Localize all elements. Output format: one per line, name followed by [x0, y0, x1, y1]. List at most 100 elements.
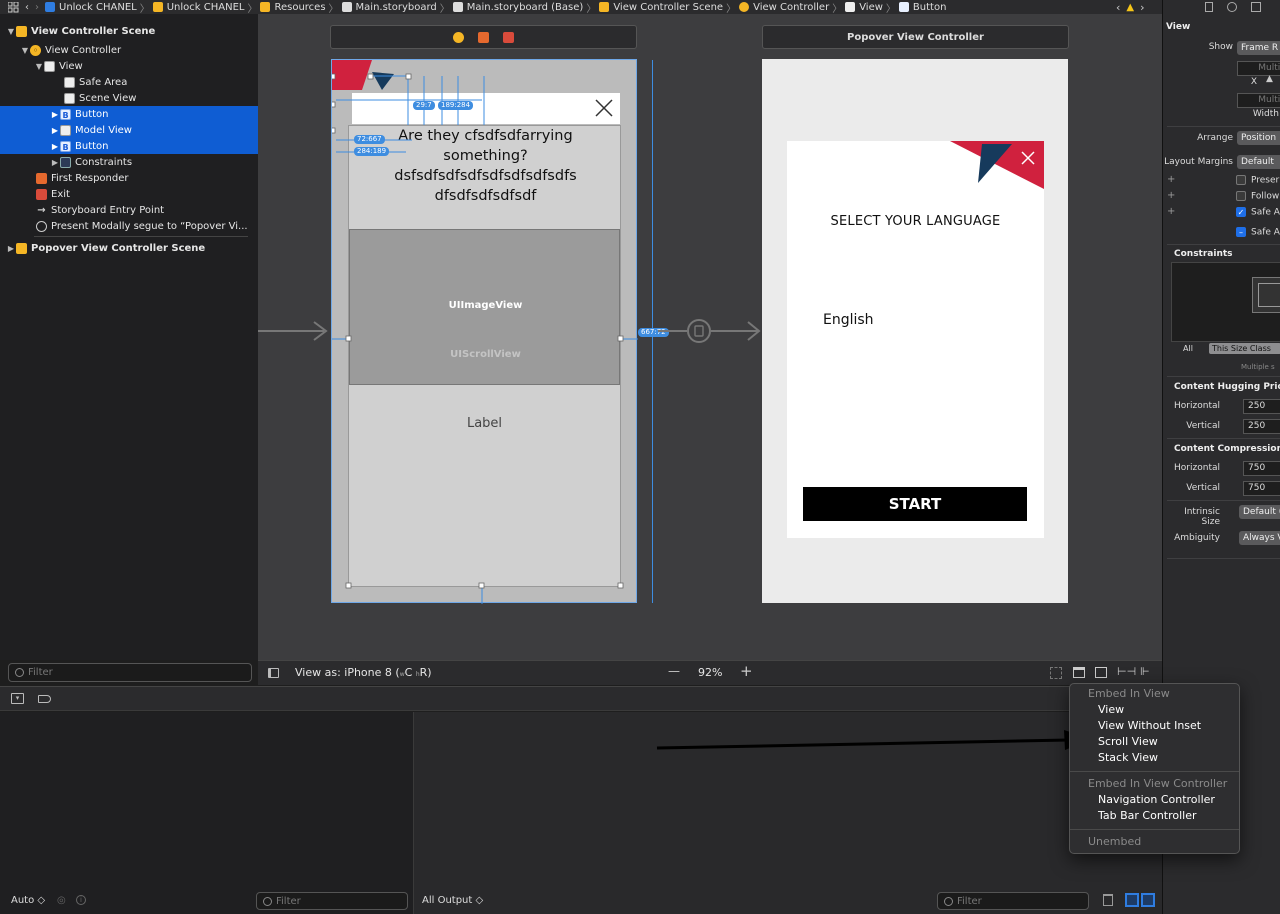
outline-filter-input[interactable]: Filter — [8, 663, 252, 682]
show-popup[interactable]: Frame R — [1237, 41, 1280, 55]
split-view-right-icon[interactable] — [1141, 893, 1155, 907]
intrinsic-size-popup[interactable]: Default ( — [1239, 505, 1280, 519]
layout-margins-popup[interactable]: Default — [1237, 155, 1280, 169]
disclosure-closed-icon[interactable]: ▶ — [50, 126, 60, 135]
breadcrumb-resources[interactable]: Resources — [257, 2, 328, 13]
menu-item-view-without-inset[interactable]: View Without Inset — [1098, 719, 1201, 732]
view-controller-screen[interactable]: Are they cfsdfsdfarrying something? dsfs… — [331, 59, 638, 604]
outline-item-view-controller-scene[interactable]: ▼ View Controller Scene — [0, 23, 258, 39]
chevron-right-icon[interactable]: › — [1140, 1, 1144, 14]
breadcrumb-project[interactable]: Unlock CHANEL — [42, 2, 140, 13]
exit-icon[interactable] — [503, 31, 514, 43]
split-view-left-icon[interactable] — [1125, 893, 1139, 907]
safe-area-layout-guide-checkbox[interactable]: – Safe A — [1236, 227, 1280, 238]
outline-item-segue[interactable]: Present Modally segue to “Popover Vi... — [0, 218, 258, 234]
start-button[interactable]: START — [803, 487, 1027, 521]
disclosure-open-icon[interactable]: ▼ — [6, 27, 16, 36]
info-icon[interactable]: i — [76, 895, 86, 905]
outline-item-view-controller[interactable]: ▼ ◦ View Controller — [0, 42, 258, 58]
constraint-badge[interactable]: 189:284 — [438, 101, 474, 110]
menu-item-navigation-controller[interactable]: Navigation Controller — [1098, 793, 1215, 806]
hide-debug-area-icon[interactable]: ▾ — [11, 693, 24, 704]
add-icon[interactable]: + — [1167, 206, 1175, 217]
outline-item-popover-scene[interactable]: ▶ Popover View Controller Scene — [0, 240, 258, 256]
first-responder-icon[interactable] — [478, 31, 489, 43]
outline-item-constraints[interactable]: ▶ Constraints — [0, 154, 258, 170]
add-icon[interactable]: + — [1167, 190, 1175, 201]
zoom-out-button[interactable]: — — [668, 664, 680, 678]
breadcrumb-button[interactable]: Button — [896, 2, 950, 13]
console-filter-input[interactable]: Filter — [937, 892, 1089, 910]
popover-view-controller-screen[interactable]: SELECT YOUR LANGUAGE English START — [762, 59, 1068, 603]
x-field[interactable]: Multip — [1237, 61, 1280, 76]
outline-item-entry-point[interactable]: → Storyboard Entry Point — [0, 202, 258, 218]
outline-item-safe-area[interactable]: Safe Area — [0, 74, 258, 90]
forward-arrow-icon[interactable]: › — [32, 2, 42, 13]
update-frames-icon[interactable] — [1050, 667, 1062, 679]
align-icon[interactable]: ⊢⊣ — [1117, 665, 1136, 678]
outline-item-model-view[interactable]: ▶ Model View — [0, 122, 258, 138]
breadcrumb-storyboard-base[interactable]: Main.storyboard (Base) — [450, 2, 587, 13]
close-icon[interactable] — [1020, 150, 1036, 166]
constraint-badge[interactable]: 72:667 — [354, 135, 385, 144]
zoom-in-button[interactable]: + — [740, 662, 753, 680]
grid-icon[interactable] — [0, 1, 22, 13]
compression-horizontal-field[interactable]: 750 — [1243, 461, 1280, 476]
eye-icon[interactable]: ◎ — [57, 895, 66, 906]
stack-icon[interactable] — [1095, 667, 1107, 678]
view-as-device-button[interactable]: View as: iPhone 8 (wC hR) — [295, 666, 432, 679]
width-field[interactable]: Multip — [1237, 93, 1280, 108]
back-arrow-icon[interactable]: ‹ — [22, 2, 32, 13]
segue-arrow[interactable] — [658, 319, 762, 343]
entry-point-arrow[interactable] — [258, 321, 328, 341]
add-icon[interactable]: + — [1167, 174, 1175, 185]
add-constraints-icon[interactable]: ⊩ — [1140, 665, 1150, 678]
segment-all[interactable]: All — [1183, 344, 1193, 353]
menu-item-view[interactable]: View — [1098, 703, 1124, 716]
trash-icon[interactable] — [1103, 894, 1113, 906]
variables-filter-input[interactable]: Filter — [256, 892, 408, 910]
disclosure-open-icon[interactable]: ▼ — [34, 62, 44, 71]
arrange-popup[interactable]: Position — [1237, 131, 1280, 145]
disclosure-closed-icon[interactable]: ▶ — [50, 110, 60, 119]
disclosure-open-icon[interactable]: ▼ — [20, 46, 30, 55]
ambiguity-popup[interactable]: Always V — [1239, 531, 1280, 545]
storyboard-canvas[interactable]: Popover View Controller Are they cfsdfsd… — [258, 14, 1162, 660]
disclosure-closed-icon[interactable]: ▶ — [6, 244, 16, 253]
constraint-badge[interactable]: 284:189 — [354, 147, 390, 156]
disclosure-closed-icon[interactable]: ▶ — [50, 142, 60, 151]
output-scope-popup[interactable]: All Output ◇ — [422, 895, 483, 906]
disclosure-closed-icon[interactable]: ▶ — [50, 158, 60, 167]
view-controller-icon[interactable] — [453, 31, 464, 43]
breadcrumb-folder[interactable]: Unlock CHANEL — [150, 2, 248, 13]
outline-item-exit[interactable]: Exit — [0, 186, 258, 202]
follow-readable-width-checkbox[interactable]: Follow — [1236, 191, 1279, 202]
toggle-outline-icon[interactable] — [268, 668, 279, 678]
breadcrumb-view[interactable]: View — [842, 2, 886, 13]
breadcrumb-scene[interactable]: View Controller Scene — [596, 2, 726, 13]
breadcrumb-storyboard[interactable]: Main.storyboard — [339, 2, 440, 13]
view-controller-dock[interactable] — [330, 25, 637, 49]
outline-item-scene-view[interactable]: Scene View — [0, 90, 258, 106]
breakpoint-icon[interactable] — [38, 695, 51, 703]
auto-scope-popup[interactable]: Auto ◇ — [11, 895, 45, 906]
outline-item-view[interactable]: ▼ View — [0, 58, 258, 74]
warning-icon[interactable]: ▲ — [1126, 2, 1134, 13]
constraint-badge[interactable]: 29:7 — [413, 101, 435, 110]
preserve-superview-margins-checkbox[interactable]: Preser — [1236, 175, 1279, 186]
safe-area-relative-margins-checkbox[interactable]: ✓ Safe A — [1236, 207, 1280, 218]
file-inspector-icon[interactable] — [1205, 2, 1213, 12]
menu-item-scroll-view[interactable]: Scroll View — [1098, 735, 1158, 748]
hugging-vertical-field[interactable]: 250 — [1243, 419, 1280, 434]
segment-this-size-class[interactable]: This Size Class — [1209, 343, 1280, 354]
stepper-icon[interactable]: ▲ — [1266, 74, 1273, 84]
outline-item-button[interactable]: ▶ B Button — [0, 106, 258, 122]
menu-item-stack-view[interactable]: Stack View — [1098, 751, 1158, 764]
popover-view-controller-dock[interactable]: Popover View Controller — [762, 25, 1069, 49]
help-inspector-icon[interactable] — [1227, 2, 1237, 12]
identity-inspector-icon[interactable] — [1251, 2, 1261, 12]
hugging-horizontal-field[interactable]: 250 — [1243, 399, 1280, 414]
outline-item-first-responder[interactable]: First Responder — [0, 170, 258, 186]
menu-item-tab-bar-controller[interactable]: Tab Bar Controller — [1098, 809, 1197, 822]
breadcrumb-view-controller[interactable]: View Controller — [736, 2, 832, 13]
